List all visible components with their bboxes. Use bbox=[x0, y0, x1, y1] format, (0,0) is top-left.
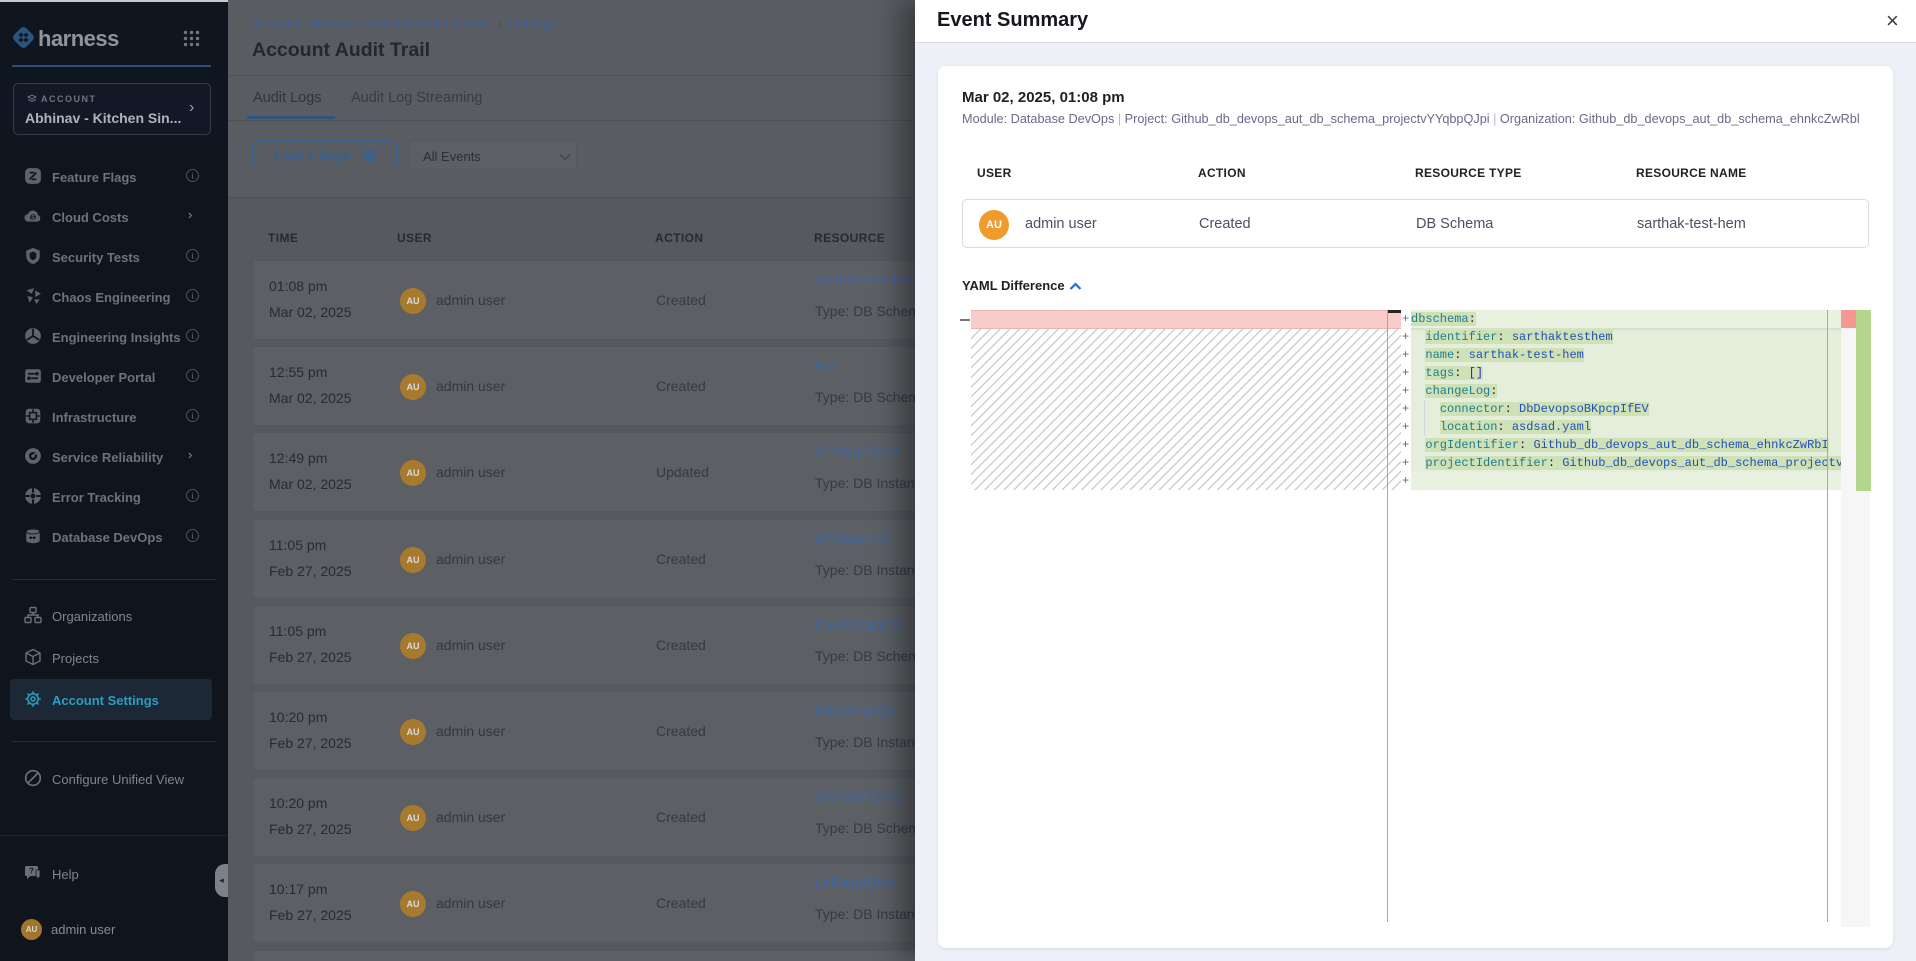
svg-text:$: $ bbox=[31, 215, 35, 222]
svg-text:?: ? bbox=[29, 867, 34, 876]
